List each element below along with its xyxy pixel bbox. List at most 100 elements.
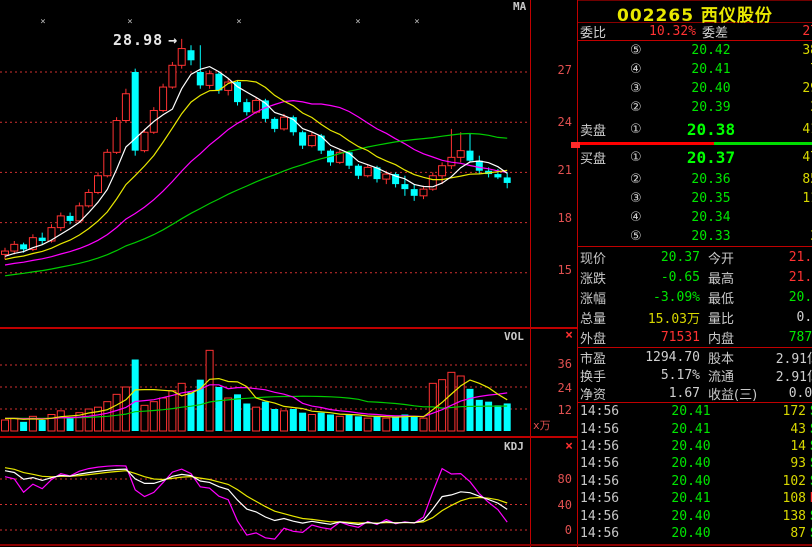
ask-price: 20.42 bbox=[652, 43, 770, 58]
bid-row-①[interactable]: 买盘①20.3747 bbox=[578, 145, 812, 170]
svg-text:×: × bbox=[236, 17, 241, 27]
info-label: 涨跌 bbox=[580, 268, 620, 287]
bid-qty: 47 bbox=[770, 150, 812, 165]
ask-price: 20.38 bbox=[652, 120, 770, 139]
tx-side-flag: B bbox=[806, 491, 812, 506]
info-value: 20.0 bbox=[752, 290, 812, 305]
tx-time: 14:56 bbox=[580, 439, 628, 454]
transaction-row[interactable]: 14:5620.4143S bbox=[578, 420, 812, 437]
info-value: 15.03万 bbox=[620, 308, 700, 327]
tx-side-flag: S bbox=[806, 474, 812, 489]
sell-strength-bar bbox=[578, 142, 714, 145]
tx-qty: 93 bbox=[754, 456, 806, 471]
quote-info-row: 市盈1294.70股本2.91亿 bbox=[578, 348, 812, 366]
level-number-icon: ① bbox=[630, 122, 652, 137]
info-label: 净资 bbox=[580, 384, 620, 403]
ask-qty: 29 bbox=[770, 81, 812, 96]
ask-row-③[interactable]: ③20.4029 bbox=[578, 79, 812, 98]
info-label: 流通 bbox=[708, 366, 752, 385]
ask-side-label: 卖盘 bbox=[580, 120, 622, 139]
transaction-row[interactable]: 14:5620.4014S bbox=[578, 438, 812, 455]
level-number-icon: ② bbox=[630, 100, 652, 115]
level-number-icon: ⑤ bbox=[630, 229, 652, 244]
bid-row-③[interactable]: ③20.3511 bbox=[578, 189, 812, 208]
svg-text:×: × bbox=[355, 17, 360, 27]
tx-qty: 102 bbox=[754, 474, 806, 489]
level-number-icon: ④ bbox=[630, 210, 652, 225]
transaction-row[interactable]: 14:5620.4087S bbox=[578, 525, 812, 542]
ask-row-②[interactable]: ②20.393 bbox=[578, 98, 812, 117]
svg-text:×: × bbox=[414, 17, 419, 27]
quote-info-row: 涨跌-0.65最高21.3 bbox=[578, 267, 812, 287]
quote-panel: 002265 西仪股份 委比 10.32% 委差 27 ⑤20.4238④20.… bbox=[578, 0, 812, 547]
info-label: 收益(三) bbox=[708, 384, 757, 403]
kline-chart-canvas[interactable]: ××××× bbox=[0, 0, 530, 547]
ask-qty: 7 bbox=[770, 62, 812, 77]
info-value: 1.67 bbox=[620, 386, 700, 401]
vol-tick-24: 24 bbox=[531, 381, 572, 395]
kline-chart-area[interactable]: ××××× MA VOL KDJ 28.98→ bbox=[0, 0, 530, 547]
quote-summary-block: 现价20.37今开21.0涨跌-0.65最高21.3涨幅-3.09%最低20.0… bbox=[578, 247, 812, 348]
svg-text:×: × bbox=[127, 17, 132, 27]
tx-qty: 108 bbox=[754, 491, 806, 506]
quote-info-row: 涨幅-3.09%最低20.0 bbox=[578, 287, 812, 307]
info-value: 20.37 bbox=[620, 250, 700, 265]
peak-price-value: 28.98 bbox=[113, 31, 163, 49]
ask-row-⑤[interactable]: ⑤20.4238 bbox=[578, 41, 812, 60]
tx-time: 14:56 bbox=[580, 404, 628, 419]
ma-indicator-label: MA bbox=[513, 0, 526, 13]
transaction-row[interactable]: 14:5620.41172S bbox=[578, 403, 812, 420]
info-value: 21.0 bbox=[752, 250, 812, 265]
stock-quote-window: ××××× MA VOL KDJ 28.98→ 27 24 21 18 15 ×… bbox=[0, 0, 812, 547]
info-value: 2.91亿 bbox=[752, 366, 812, 385]
ask-price: 20.39 bbox=[652, 100, 770, 115]
quote-info-row: 换手5.17% 流通2.91亿 bbox=[578, 366, 812, 384]
tx-side-flag: S bbox=[806, 422, 812, 437]
info-value: -3.09% bbox=[620, 290, 700, 305]
tx-time: 14:56 bbox=[580, 526, 628, 541]
tx-price: 20.41 bbox=[628, 491, 754, 506]
weibi-label: 委比 bbox=[580, 22, 620, 41]
transaction-row[interactable]: 14:5620.40102S bbox=[578, 473, 812, 490]
info-label: 涨幅 bbox=[580, 288, 620, 307]
tx-time: 14:56 bbox=[580, 491, 628, 506]
ask-row-①[interactable]: 卖盘①20.3841 bbox=[578, 117, 812, 142]
info-value: 0.7 bbox=[752, 310, 812, 325]
bid-row-⑤[interactable]: ⑤20.333 bbox=[578, 227, 812, 246]
bid-row-②[interactable]: ②20.3685 bbox=[578, 170, 812, 189]
tx-time: 14:56 bbox=[580, 422, 628, 437]
tx-time: 14:56 bbox=[580, 509, 628, 524]
weicha-value: 27 bbox=[746, 24, 812, 39]
weibi-value: 10.32% bbox=[620, 24, 696, 39]
ask-row-④[interactable]: ④20.417 bbox=[578, 60, 812, 79]
transaction-row[interactable]: 14:5620.40138S bbox=[578, 507, 812, 524]
price-tick-18: 18 bbox=[531, 211, 572, 225]
bid-price: 20.37 bbox=[652, 148, 770, 167]
kdj-indicator-label: KDJ bbox=[504, 440, 524, 453]
info-value: 1294.70 bbox=[620, 350, 700, 365]
bid-side-label: 买盘 bbox=[580, 148, 622, 167]
ask-qty: 38 bbox=[770, 43, 812, 58]
tx-price: 20.41 bbox=[628, 422, 754, 437]
tx-side-flag: S bbox=[806, 526, 812, 541]
volume-kdj-separator bbox=[0, 436, 578, 438]
quote-info-row: 净资1.67收益(三)0.01 bbox=[578, 384, 812, 402]
tx-price: 20.40 bbox=[628, 509, 754, 524]
transaction-row[interactable]: 14:5620.41108B bbox=[578, 490, 812, 507]
current-price-marker bbox=[571, 142, 580, 148]
vol-tick-36: 36 bbox=[531, 357, 572, 371]
financial-block: 市盈1294.70股本2.91亿换手5.17% 流通2.91亿净资1.67 收益(三… bbox=[578, 348, 812, 403]
vol-pane-close-icon[interactable]: × bbox=[565, 330, 573, 342]
info-label: 最高 bbox=[708, 268, 752, 287]
kdj-tick-80: 80 bbox=[531, 472, 572, 486]
price-tick-15: 15 bbox=[531, 263, 572, 277]
bid-row-④[interactable]: ④20.34 bbox=[578, 208, 812, 227]
info-label: 换手 bbox=[580, 366, 620, 385]
info-value: 5.17% bbox=[620, 368, 700, 383]
window-bottom-border bbox=[0, 544, 812, 546]
tx-side-flag: S bbox=[806, 404, 812, 419]
kdj-pane-close-icon[interactable]: × bbox=[565, 441, 573, 453]
bid-qty: 11 bbox=[770, 191, 812, 206]
volume-unit-label: x万 bbox=[531, 417, 551, 433]
transaction-row[interactable]: 14:5620.4093S bbox=[578, 455, 812, 472]
